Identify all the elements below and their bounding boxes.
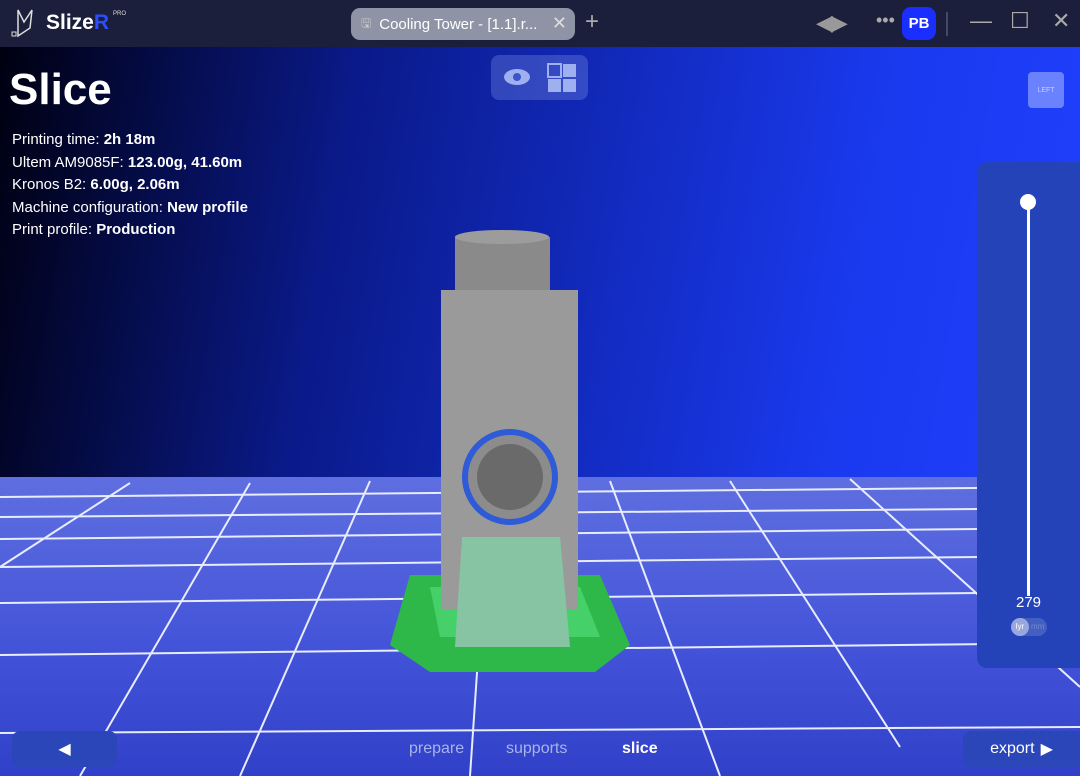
unit-toggle[interactable]: lyr mm xyxy=(1011,618,1047,636)
unit-mm[interactable]: mm xyxy=(1031,622,1044,631)
slice-info: Printing time: 2h 18m Ultem AM9085F: 123… xyxy=(12,129,248,242)
maximize-icon[interactable]: ☐ xyxy=(1010,8,1030,34)
view-toggle-icons xyxy=(504,63,576,92)
close-window-icon[interactable]: ✕ xyxy=(1052,8,1070,34)
layout-grid-icon[interactable] xyxy=(547,63,576,92)
page-title: Slice xyxy=(9,65,112,114)
step-prepare[interactable]: prepare xyxy=(409,740,464,758)
new-tab-button[interactable]: + xyxy=(585,8,599,36)
more-icon[interactable]: ••• xyxy=(876,10,895,31)
play-icon: ▶ xyxy=(1040,741,1053,758)
step-slice[interactable]: slice xyxy=(622,740,658,758)
view-cube[interactable]: LEFT xyxy=(1028,72,1064,108)
unit-lyr[interactable]: lyr xyxy=(1011,618,1029,636)
app-logo: SlizeR PRO xyxy=(10,8,130,38)
title-bar: SlizeR PRO 🖫 Cooling Tower - [1.1].r... … xyxy=(0,0,1080,47)
divider xyxy=(946,12,948,36)
logo-icon xyxy=(11,9,33,38)
document-tab[interactable]: 🖫 Cooling Tower - [1.1].r... ✕ xyxy=(351,8,575,40)
step-supports[interactable]: supports xyxy=(506,740,567,758)
export-label: export xyxy=(990,740,1035,757)
back-button[interactable]: ◀ xyxy=(12,731,117,767)
close-tab-icon[interactable]: ✕ xyxy=(552,13,567,34)
layer-slider-track[interactable] xyxy=(1027,202,1030,596)
minimize-icon[interactable]: — xyxy=(970,8,992,34)
view-toggle xyxy=(491,55,588,100)
layer-value: 279 xyxy=(1015,594,1042,611)
undo-redo: ◀▶ xyxy=(816,10,848,36)
undo-icon[interactable]: ◀ xyxy=(816,10,833,35)
tab-title: Cooling Tower - [1.1].r... xyxy=(379,15,538,33)
back-icon: ◀ xyxy=(58,741,71,758)
save-icon: 🖫 xyxy=(361,15,372,30)
redo-icon[interactable]: ▶ xyxy=(831,10,848,35)
info-profile: Print profile: Production xyxy=(12,221,176,239)
app-name: SlizeR xyxy=(46,11,110,34)
hole-inner xyxy=(477,444,543,510)
info-material-1: Ultem AM9085F: 123.00g, 41.60m xyxy=(12,153,243,171)
info-material-2: Kronos B2: 6.00g, 2.06m xyxy=(12,176,180,194)
info-printing-time: Printing time: 2h 18m xyxy=(12,131,156,148)
3d-viewport[interactable]: Slice Printing time: 2h 18m Ultem AM9085… xyxy=(0,47,1080,776)
support-structure xyxy=(455,537,570,647)
avatar[interactable]: PB xyxy=(902,7,936,40)
info-machine: Machine configuration: New profile xyxy=(12,198,248,216)
model-top-cylinder xyxy=(455,237,550,297)
export-button[interactable]: export ▶ xyxy=(963,731,1080,767)
pro-badge: PRO xyxy=(113,11,127,17)
eye-icon[interactable] xyxy=(504,69,530,85)
layer-slider-panel: 279 lyr mm xyxy=(977,162,1080,668)
cylinder-cap xyxy=(455,230,549,244)
layer-slider-handle[interactable] xyxy=(1020,194,1036,210)
